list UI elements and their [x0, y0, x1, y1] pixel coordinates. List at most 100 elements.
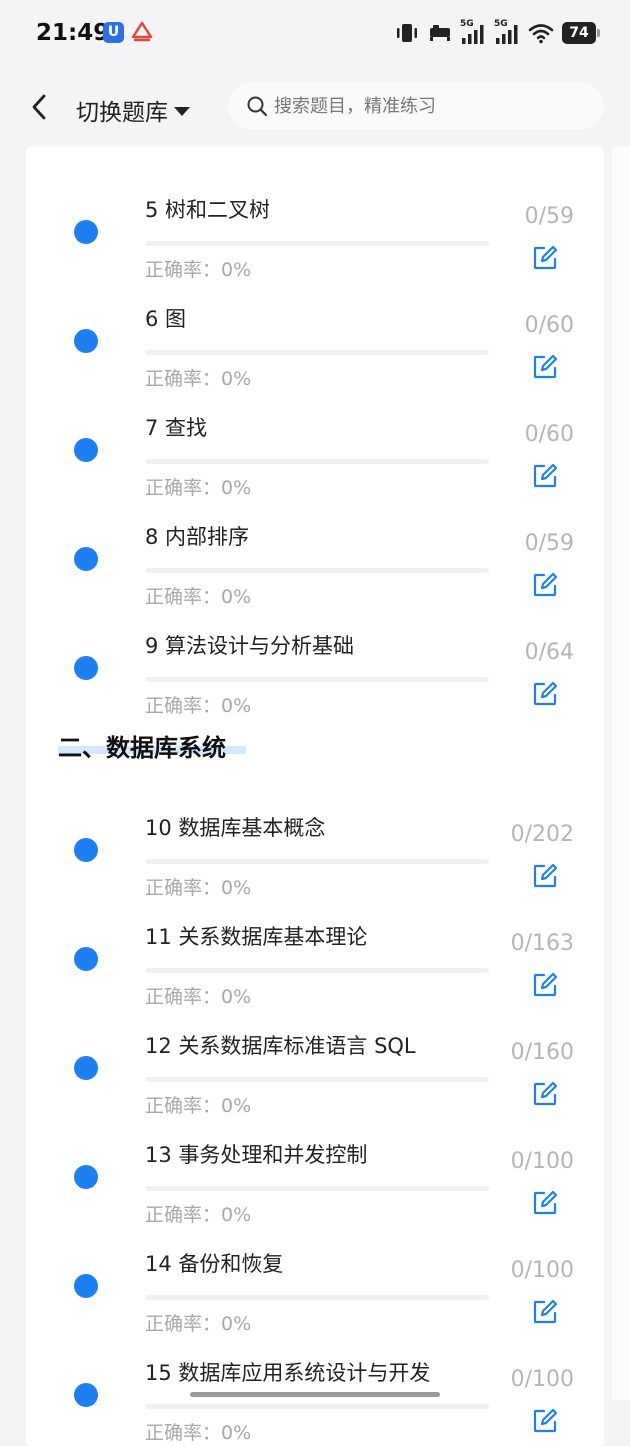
chapter-accuracy: 正确率：0%: [145, 586, 252, 608]
chapter-status-dot: [74, 656, 98, 680]
chapter-accuracy: 正确率：0%: [145, 986, 252, 1008]
chapter-question-count: 0/64: [524, 640, 574, 665]
chapter-accuracy: 正确率：0%: [145, 1095, 252, 1117]
app-notification-icon: U: [103, 22, 124, 43]
signal-2: 5G: [494, 19, 520, 45]
chapter-accuracy: 正确率：0%: [145, 1204, 252, 1226]
bed-icon: [430, 25, 450, 41]
status-icons: 5G 5G 74: [394, 19, 600, 46]
chapter-title: 5 树和二叉树: [145, 198, 271, 222]
adjacent-panel-edge: [612, 146, 630, 1400]
search-input[interactable]: [272, 94, 596, 118]
chapter-question-count: 0/100: [510, 1258, 574, 1283]
chapter-item[interactable]: 14 备份和恢复 正确率：0% 0/100: [26, 1226, 604, 1335]
status-time: 21:49: [36, 20, 110, 46]
chapter-progress-bar: [145, 459, 489, 464]
chapter-item[interactable]: 6 图 正确率：0% 0/60: [26, 281, 604, 390]
chapter-question-count: 0/163: [510, 931, 574, 956]
chapter-progress-bar: [145, 1186, 489, 1191]
chapter-title: 14 备份和恢复: [145, 1252, 284, 1276]
signal-icon: [462, 25, 484, 44]
practice-edit-icon[interactable]: [532, 572, 558, 598]
chapter-status-dot: [74, 1274, 98, 1298]
search-box[interactable]: [228, 82, 604, 130]
chapter-progress-bar: [145, 1077, 489, 1082]
chapter-accuracy: 正确率：0%: [145, 1422, 252, 1444]
chapter-item[interactable]: 10 数据库基本概念 正确率：0% 0/202: [26, 790, 604, 899]
chapter-item[interactable]: 9 算法设计与分析基础 正确率：0% 0/64: [26, 608, 604, 717]
chapter-item[interactable]: 13 事务处理和并发控制 正确率：0% 0/100: [26, 1117, 604, 1226]
app-notification-icon-2: [131, 21, 153, 42]
battery-indicator: 74: [562, 22, 600, 44]
chapter-accuracy: 正确率：0%: [145, 877, 252, 899]
chapter-status-dot: [74, 1165, 98, 1189]
chapter-title: 13 事务处理和并发控制: [145, 1143, 368, 1167]
chapter-progress-bar: [145, 241, 489, 246]
chapter-item[interactable]: 12 关系数据库标准语言 SQL 正确率：0% 0/160: [26, 1008, 604, 1117]
practice-edit-icon[interactable]: [532, 863, 558, 889]
status-bar: 21:49 U 5G 5G 74: [0, 0, 630, 70]
chapter-status-dot: [74, 1056, 98, 1080]
chapter-progress-bar: [145, 568, 489, 573]
chapter-question-count: 0/100: [510, 1367, 574, 1392]
chapter-progress-bar: [145, 1404, 489, 1409]
chapter-status-dot: [74, 547, 98, 571]
switch-question-bank-label: 切换题库: [76, 100, 168, 126]
chapter-progress-bar: [145, 859, 489, 864]
signal-icon: [496, 25, 518, 44]
chapter-title: 11 关系数据库基本理论: [145, 925, 368, 949]
header: 切换题库: [0, 72, 630, 142]
home-indicator[interactable]: [190, 1392, 440, 1397]
caret-down-icon: [174, 106, 190, 116]
search-icon: [247, 96, 268, 117]
chapter-accuracy: 正确率：0%: [145, 259, 252, 281]
chapter-accuracy: 正确率：0%: [145, 477, 252, 499]
wifi-icon: [528, 24, 554, 44]
chapter-question-count: 0/100: [510, 1149, 574, 1174]
chapter-question-count: 0/202: [510, 822, 574, 847]
practice-edit-icon[interactable]: [532, 1299, 558, 1325]
vibrate-icon: [397, 24, 417, 42]
chapter-status-dot: [74, 438, 98, 462]
chapter-progress-bar: [145, 968, 489, 973]
practice-edit-icon[interactable]: [532, 1408, 558, 1434]
switch-question-bank-button[interactable]: 切换题库: [76, 93, 190, 127]
back-arrow-icon[interactable]: [26, 90, 56, 124]
chapter-status-dot: [74, 947, 98, 971]
chapter-item[interactable]: 11 关系数据库基本理论 正确率：0% 0/163: [26, 899, 604, 1008]
chapter-title: 7 查找: [145, 416, 208, 440]
chapter-item[interactable]: 5 树和二叉树 正确率：0% 0/59: [26, 172, 604, 281]
chapter-progress-bar: [145, 350, 489, 355]
practice-edit-icon[interactable]: [532, 354, 558, 380]
chapter-item[interactable]: 7 查找 正确率：0% 0/60: [26, 390, 604, 499]
chapter-title: 6 图: [145, 307, 187, 331]
chapter-list-card: 5 树和二叉树 正确率：0% 0/59 6 图 正确率：0% 0/60 7 查找…: [26, 146, 604, 1446]
practice-edit-icon[interactable]: [532, 681, 558, 707]
chapter-title: 9 算法设计与分析基础: [145, 634, 355, 658]
chapter-status-dot: [74, 220, 98, 244]
chapter-title: 10 数据库基本概念: [145, 816, 326, 840]
chapter-question-count: 0/59: [524, 204, 574, 229]
practice-edit-icon[interactable]: [532, 1190, 558, 1216]
practice-edit-icon[interactable]: [532, 463, 558, 489]
chapter-title: 15 数据库应用系统设计与开发: [145, 1361, 431, 1385]
chapter-title: 8 内部排序: [145, 525, 250, 549]
section-title: 二、数据库系统: [58, 734, 226, 762]
chapter-question-count: 0/59: [524, 531, 574, 556]
chapter-question-count: 0/160: [510, 1040, 574, 1065]
chapter-accuracy: 正确率：0%: [145, 1313, 252, 1335]
practice-edit-icon[interactable]: [532, 245, 558, 271]
chapter-item[interactable]: 8 内部排序 正确率：0% 0/59: [26, 499, 604, 608]
chapter-accuracy: 正确率：0%: [145, 695, 252, 717]
chapter-question-count: 0/60: [524, 422, 574, 447]
chapter-status-dot: [74, 838, 98, 862]
chapter-progress-bar: [145, 1295, 489, 1300]
practice-edit-icon[interactable]: [532, 972, 558, 998]
chapter-title: 12 关系数据库标准语言 SQL: [145, 1034, 416, 1058]
signal-1: 5G: [460, 19, 486, 45]
practice-edit-icon[interactable]: [532, 1081, 558, 1107]
chapter-status-dot: [74, 329, 98, 353]
chapter-accuracy: 正确率：0%: [145, 368, 252, 390]
chapter-question-count: 0/60: [524, 313, 574, 338]
chapter-item[interactable]: 15 数据库应用系统设计与开发 正确率：0% 0/100: [26, 1335, 604, 1444]
